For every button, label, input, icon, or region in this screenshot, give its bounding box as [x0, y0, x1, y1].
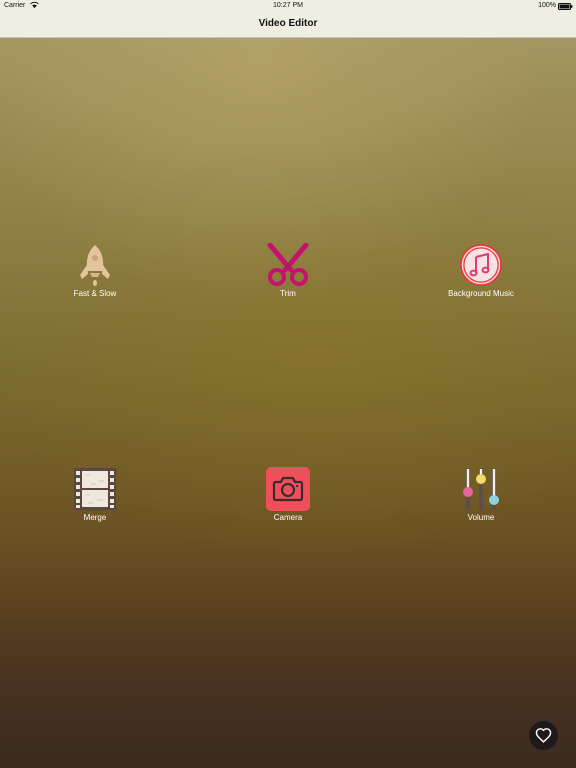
tool-camera[interactable]: Camera [233, 467, 343, 522]
tool-label: Volume [467, 513, 495, 522]
favorite-button[interactable] [529, 721, 558, 750]
tool-trim[interactable]: Trim [233, 243, 343, 298]
heart-icon [535, 728, 552, 743]
tool-label: Background Music [448, 289, 514, 298]
tool-fast-slow[interactable]: Fast & Slow [40, 243, 150, 298]
tool-label: Camera [273, 513, 303, 522]
scissors-icon [267, 243, 309, 286]
camera-icon [266, 467, 310, 511]
tool-label: Merge [83, 513, 107, 522]
tool-volume[interactable]: Volume [426, 467, 536, 522]
tool-label: Trim [280, 289, 296, 298]
battery-icon [558, 3, 573, 10]
status-time: 10:27 PM [273, 2, 303, 9]
navigation-bar: Video Editor [0, 12, 576, 38]
tool-background-music[interactable]: Background Music [426, 243, 536, 298]
status-bar: Carrier 10:27 PM 100% [0, 0, 576, 12]
battery-percent: 100% [538, 2, 556, 9]
tool-merge[interactable]: Merge [40, 467, 150, 522]
page-title: Video Editor [258, 18, 318, 29]
tool-label: Fast & Slow [73, 289, 117, 298]
volume-sliders-icon [463, 468, 499, 510]
film-strip-icon [74, 468, 116, 510]
music-note-icon [460, 244, 502, 286]
rocket-icon [80, 245, 110, 286]
